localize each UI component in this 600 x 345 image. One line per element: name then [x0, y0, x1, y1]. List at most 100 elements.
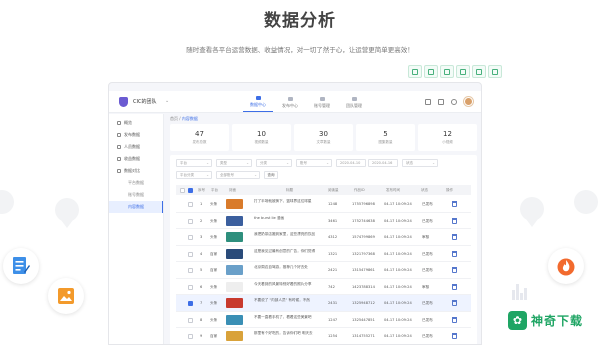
row-title[interactable]: 我把奶茶店搬到家里，这些漂亮的饮品 — [254, 232, 320, 242]
toolbar-expand-button[interactable] — [424, 65, 438, 78]
start-date-input[interactable]: 2020-04-10 — [336, 159, 366, 167]
tab-account-manage[interactable]: 账号管理 — [307, 93, 337, 112]
tab-label: 团队管理 — [346, 102, 362, 108]
sidebar-item-people-data[interactable]: 人员数据 — [109, 141, 163, 153]
table-row[interactable]: 9 百家 那里有个好吃的，告诉你们吧 明天去 1254 1314755271 04-17 … — [176, 328, 471, 344]
trash-icon[interactable] — [452, 333, 457, 339]
table-row[interactable]: 3 头条 我把奶茶店搬到家里，这些漂亮的饮品 4312 1574799869 04-17 … — [176, 229, 471, 246]
row-checkbox[interactable] — [188, 202, 193, 207]
table-row[interactable]: 7 头条 不要说了 "内部人员" 有时候，不然 2431 1325948712 04-17… — [176, 295, 471, 312]
table-row[interactable]: 1 头条 打了半场就被换下，篮球界这位球星 1248 1755796898 04-17 1… — [176, 196, 471, 213]
cover-thumbnail[interactable] — [226, 314, 243, 325]
row-checkbox[interactable] — [188, 301, 193, 306]
cover-thumbnail[interactable] — [226, 265, 243, 275]
row-num: 2 — [200, 218, 203, 223]
table-row[interactable]: 2 头条 the burst lie 漫画 3461 1752744638 04-17 1… — [176, 213, 471, 229]
toolbar-edit-button[interactable] — [472, 65, 486, 78]
end-date-input[interactable]: 2020-04-16 — [368, 159, 398, 167]
cover-thumbnail[interactable] — [226, 248, 243, 259]
sidebar-item-account-data[interactable]: 账号数据 — [109, 189, 163, 201]
tab-team-manage[interactable]: 团队管理 — [339, 93, 369, 112]
row-title[interactable]: 不要说了 "内部人员" 有时候，不然 — [254, 298, 320, 308]
row-reads: 2431 — [328, 301, 338, 305]
row-status: 审核 — [422, 235, 430, 239]
user-icon — [319, 96, 325, 101]
app-header: CIC的团队 ⌄ 数据中心 发布中心 账号管理 团队管理 — [109, 91, 481, 113]
row-id: 1325948712 — [352, 301, 375, 305]
row-reads: 2421 — [328, 268, 338, 272]
table-row[interactable]: 4 百家 这是我见过最有创意的广告，你们觉得 1321 1321797368 04-17 … — [176, 246, 471, 262]
trash-icon[interactable] — [452, 234, 457, 240]
message-icon[interactable] — [425, 98, 431, 105]
toolbar-doc-button[interactable] — [408, 65, 422, 78]
row-checkbox[interactable] — [188, 334, 193, 339]
trash-icon[interactable] — [452, 217, 457, 224]
trash-icon[interactable] — [452, 201, 457, 207]
tab-publish-center[interactable]: 发布中心 — [275, 93, 305, 112]
row-checkbox[interactable] — [188, 317, 193, 323]
platform-select[interactable]: 平台 ⌄ — [176, 159, 212, 167]
row-title[interactable]: 打了半场就被换下，篮球界这位球星 — [254, 199, 320, 209]
sidebar-item-content-data[interactable]: 内容数据 — [109, 201, 163, 213]
sidebar-item-publish-data[interactable]: 发布数据 — [109, 129, 163, 141]
table-row[interactable]: 8 头条 不要一直看手机了，看看这些美景吧 1247 1325447851 04-17 1… — [176, 312, 471, 328]
cover-thumbnail[interactable] — [226, 331, 243, 341]
sidebar-item-compare[interactable]: 数据对比 — [109, 165, 163, 177]
search-button[interactable]: 查询 — [264, 171, 278, 179]
bell-icon[interactable] — [438, 98, 444, 105]
decor-bubble — [520, 197, 544, 221]
row-platform: 头条 — [210, 202, 218, 206]
breadcrumb-root[interactable]: 首页 — [170, 116, 178, 121]
edit-icon — [476, 68, 482, 75]
type-select[interactable]: 类型 ⌄ — [216, 159, 252, 167]
row-num: 3 — [200, 235, 203, 239]
toolbar-chart-button[interactable] — [440, 65, 454, 78]
row-checkbox[interactable] — [188, 235, 193, 240]
cover-thumbnail[interactable] — [226, 298, 243, 308]
cover-thumbnail[interactable] — [226, 281, 243, 292]
star-icon[interactable] — [451, 98, 457, 105]
category-select[interactable]: 分类 ⌄ — [256, 159, 292, 167]
row-id: 1325447851 — [352, 317, 375, 322]
header-checkbox[interactable] — [188, 187, 193, 193]
col-header-time: 发布时间 — [386, 188, 400, 192]
avatar[interactable] — [464, 97, 473, 106]
chevron-down-icon[interactable]: ⌄ — [165, 98, 169, 104]
account-select[interactable]: 账号 ⌄ — [296, 159, 332, 167]
row-checkbox[interactable] — [188, 268, 193, 273]
table-row[interactable]: 6 头条 今天看到的风景特别好看的照片分享 742 1423788314 04-17 10… — [176, 279, 471, 295]
row-title[interactable]: 今天看到的风景特别好看的照片分享 — [254, 282, 320, 292]
row-title[interactable]: 这是我见过最有创意的广告，你们觉得 — [254, 249, 320, 259]
user-icon — [117, 145, 121, 149]
status-select[interactable]: 状态 ⌄ — [402, 159, 438, 167]
tab-data-center[interactable]: 数据中心 — [243, 93, 273, 112]
cover-thumbnail[interactable] — [226, 232, 243, 242]
row-title[interactable]: 北京周边自驾游，推荐几个好去处 — [254, 265, 320, 275]
trash-icon[interactable] — [452, 316, 457, 323]
sidebar-item-overview[interactable]: 概览 — [109, 117, 163, 129]
trash-icon[interactable] — [452, 267, 457, 273]
chart-icon — [444, 68, 450, 75]
row-checkbox[interactable] — [188, 251, 193, 257]
trash-icon[interactable] — [452, 283, 457, 290]
cover-thumbnail[interactable] — [226, 215, 243, 226]
platform-category-select[interactable]: 平台分类 ⌄ — [176, 171, 212, 179]
sidebar-item-platform-data[interactable]: 平台数据 — [109, 177, 163, 189]
trash-icon[interactable] — [452, 250, 457, 257]
trash-icon[interactable] — [452, 300, 457, 306]
row-title[interactable]: 不要一直看手机了，看看这些美景吧 — [254, 315, 320, 325]
row-title[interactable]: the burst lie 漫画 — [254, 216, 320, 226]
breadcrumb: 首页 / 内容数据 — [170, 116, 198, 122]
row-title[interactable]: 那里有个好吃的，告诉你们吧 明天去 — [254, 331, 320, 341]
select-all-checkbox[interactable] — [180, 187, 185, 193]
sidebar-item-revenue-data[interactable]: 收益数据 — [109, 153, 163, 165]
row-checkbox[interactable] — [188, 284, 193, 290]
cover-thumbnail[interactable] — [226, 199, 243, 209]
toolbar-settings-button[interactable] — [488, 65, 502, 78]
toolbar-gallery-button[interactable] — [456, 65, 470, 78]
all-accounts-select[interactable]: 全部账号 ⌄ — [216, 171, 260, 179]
table-row[interactable]: 5 百家 北京周边自驾游，推荐几个好去处 2421 1315479861 04-17 10… — [176, 262, 471, 279]
col-header-cover: 封面 — [229, 188, 236, 192]
row-checkbox[interactable] — [188, 218, 193, 224]
org-name[interactable]: CIC的团队 — [133, 98, 156, 105]
